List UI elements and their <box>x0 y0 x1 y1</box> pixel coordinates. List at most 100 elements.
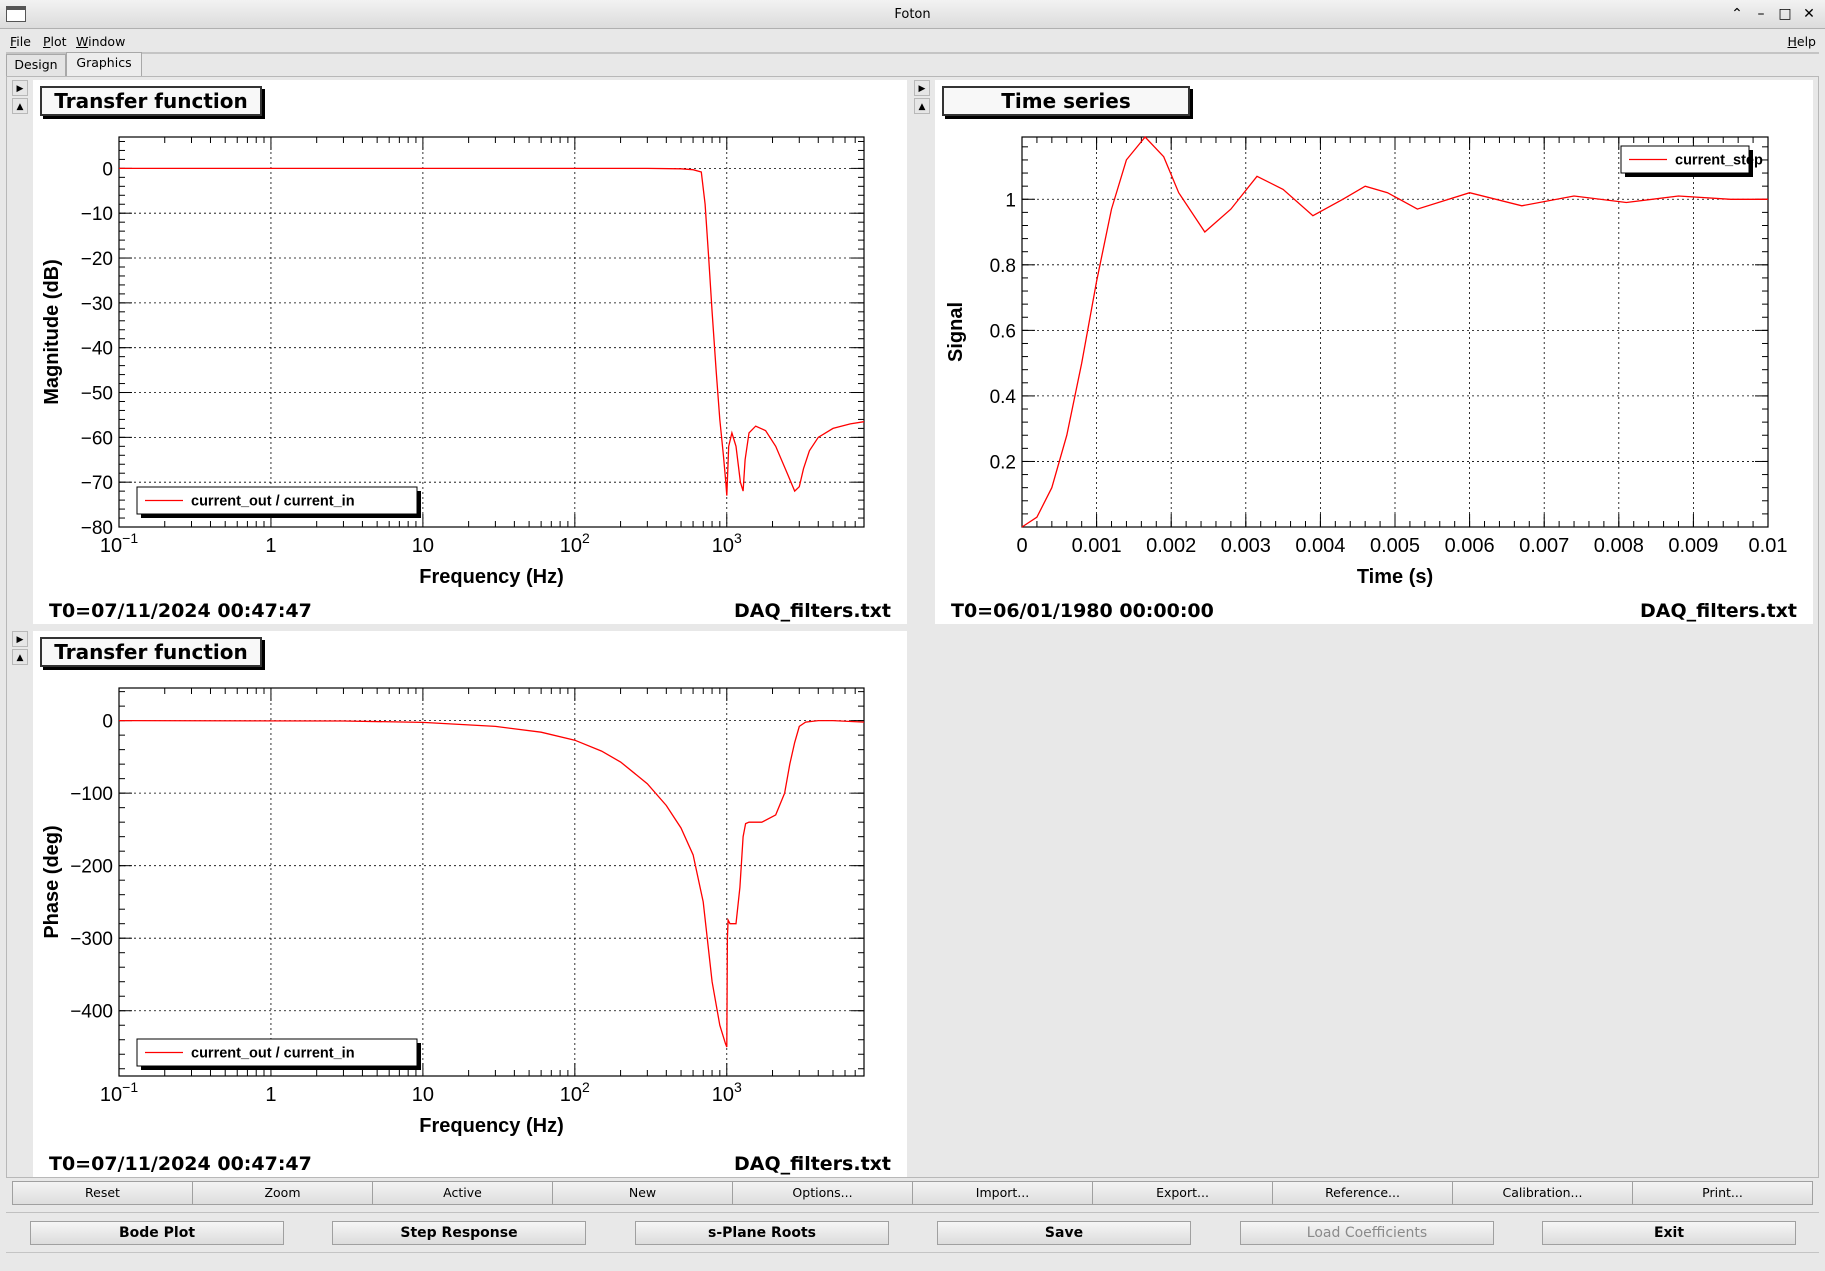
reference-button[interactable]: Reference... <box>1272 1181 1453 1205</box>
x-axis-label: Frequency (Hz) <box>419 1115 563 1137</box>
x-axis-label: Frequency (Hz) <box>419 566 563 588</box>
series-line <box>119 167 865 496</box>
collapse-arrow-icon[interactable]: ▲ <box>914 98 930 114</box>
bode-plot-button[interactable]: Bode Plot <box>30 1221 284 1245</box>
tab-graphics[interactable]: Graphics <box>66 52 142 76</box>
magnitude-plot-pad[interactable]: Transfer function 10−1 1 10 102 103 0 −10 −20 −3… <box>33 80 907 624</box>
window-title: Foton <box>894 7 931 22</box>
window-titlebar: Foton ⌃ – □ ✕ <box>0 0 1825 29</box>
series-line <box>118 719 865 1048</box>
x-tick-label: 0.002 <box>1146 535 1196 557</box>
x-axis-label: Time (s) <box>1357 566 1433 588</box>
x-tick-label: 102 <box>560 1079 590 1106</box>
zoom-button[interactable]: Zoom <box>192 1181 373 1205</box>
y-tick-label: 0 <box>102 159 113 180</box>
filter-file-label: DAQ_filters.txt <box>733 1153 891 1175</box>
legend-label: current_out / current_in <box>191 1046 355 1062</box>
y-tick-label: 0.4 <box>990 387 1017 408</box>
pad-controls-phase: ▶ ▲ <box>12 631 28 667</box>
y-tick-label: −400 <box>70 1002 113 1023</box>
x-tick-label: 0.009 <box>1668 535 1718 557</box>
x-tick-label: 10−1 <box>100 1079 138 1106</box>
x-tick-label: 0 <box>1016 535 1027 557</box>
print-button[interactable]: Print... <box>1632 1181 1813 1205</box>
y-axis-label: Signal <box>945 302 967 362</box>
step-chart: 0 0.001 0.002 0.003 0.004 0.005 0.006 0.007 0.00… <box>945 136 1787 588</box>
x-tick-label: 1 <box>265 535 276 557</box>
x-tick-exponent: −1 <box>122 1079 138 1095</box>
menu-window[interactable]: Window <box>76 34 125 49</box>
x-tick-exponent: 2 <box>582 530 590 546</box>
x-tick-label: 0.005 <box>1370 535 1420 557</box>
x-tick-label: 0.006 <box>1445 535 1495 557</box>
tab-design[interactable]: Design <box>6 54 66 76</box>
y-tick-label: −100 <box>70 784 113 805</box>
y-tick-label: 0 <box>102 712 113 733</box>
y-tick-label: −70 <box>81 473 113 494</box>
menu-bar: File Plot Window Help <box>0 30 1825 52</box>
status-bar <box>6 1252 1819 1269</box>
plot-toolbar: Reset Zoom Active New Options... Import.… <box>12 1181 1813 1205</box>
plot-frame <box>118 687 865 1077</box>
y-tick-label: 0.2 <box>990 452 1016 473</box>
y-tick-label: −200 <box>70 857 113 878</box>
t0-label: T0=06/01/1980 00:00:00 <box>951 600 1214 622</box>
t0-label: T0=07/11/2024 00:47:47 <box>49 1153 312 1175</box>
exit-button[interactable]: Exit <box>1542 1221 1796 1245</box>
x-tick-label: 102 <box>560 530 590 557</box>
minimize-button[interactable]: – <box>1751 5 1771 23</box>
x-tick-exponent: −1 <box>122 530 138 546</box>
y-tick-label: 0.6 <box>990 321 1016 342</box>
import-button[interactable]: Import... <box>912 1181 1093 1205</box>
menu-plot[interactable]: Plot <box>43 34 67 49</box>
x-tick-label: 103 <box>712 1079 742 1106</box>
calibration-button[interactable]: Calibration... <box>1452 1181 1633 1205</box>
y-axis-label: Magnitude (dB) <box>41 259 63 405</box>
filter-file-label: DAQ_filters.txt <box>733 600 891 622</box>
y-tick-label: −300 <box>70 929 113 950</box>
step-response-button[interactable]: Step Response <box>332 1221 586 1245</box>
menu-help[interactable]: Help <box>1787 34 1816 49</box>
x-tick-label: 10 <box>412 1084 434 1106</box>
pad-controls-mag: ▶ ▲ <box>12 80 28 116</box>
x-tick-label: 0.001 <box>1072 535 1122 557</box>
close-button[interactable]: ✕ <box>1799 5 1819 23</box>
x-tick-label: 103 <box>712 530 742 557</box>
load-coefficients-button: Load Coefficients <box>1240 1221 1494 1245</box>
expand-arrow-icon[interactable]: ▶ <box>12 80 28 96</box>
expand-arrow-icon[interactable]: ▶ <box>914 80 930 96</box>
y-tick-label: −40 <box>81 339 113 360</box>
s-plane-roots-button[interactable]: s-Plane Roots <box>635 1221 889 1245</box>
y-tick-label: −20 <box>81 249 113 270</box>
y-tick-label: −10 <box>81 204 113 225</box>
step-response-plot-pad[interactable]: Time series 0 0.001 0.002 0.003 0.004 0.005 0.… <box>935 80 1813 624</box>
phase-plot-pad[interactable]: Transfer function 10−1 1 10 102 103 0 −100 −200… <box>33 631 907 1177</box>
active-button[interactable]: Active <box>372 1181 553 1205</box>
new-button[interactable]: New <box>552 1181 733 1205</box>
y-axis-label: Phase (deg) <box>41 825 63 938</box>
maximize-button[interactable]: □ <box>1775 5 1795 23</box>
collapse-arrow-icon[interactable]: ▲ <box>12 649 28 665</box>
save-button[interactable]: Save <box>937 1221 1191 1245</box>
phase-chart: 10−1 1 10 102 103 0 −100 −200 −300 −400 Frequency … <box>41 687 865 1137</box>
x-tick-label: 1 <box>265 1084 276 1106</box>
shade-button[interactable]: ⌃ <box>1727 5 1747 23</box>
y-tick-label: −60 <box>81 428 113 449</box>
x-tick-exponent: 3 <box>734 1079 742 1095</box>
expand-arrow-icon[interactable]: ▶ <box>12 631 28 647</box>
export-button[interactable]: Export... <box>1092 1181 1273 1205</box>
menu-separator <box>6 52 1819 54</box>
pad-controls-step: ▶ ▲ <box>914 80 930 116</box>
legend-label: current_step <box>1675 153 1763 169</box>
y-tick-label: −80 <box>81 518 113 539</box>
magnitude-chart: 10−1 1 10 102 1030−10−20−30−40−50−60−70−80Fr… <box>41 136 865 588</box>
plot-frame <box>118 136 865 528</box>
reset-button[interactable]: Reset <box>12 1181 193 1205</box>
legend-label: current_out / current_in <box>191 494 355 510</box>
y-tick-label: −30 <box>81 294 113 315</box>
action-bar: Bode Plot Step Response s-Plane Roots Sa… <box>6 1212 1819 1249</box>
menu-file[interactable]: File <box>10 34 31 49</box>
options-button[interactable]: Options... <box>732 1181 913 1205</box>
collapse-arrow-icon[interactable]: ▲ <box>12 98 28 114</box>
t0-label: T0=07/11/2024 00:47:47 <box>49 600 312 622</box>
